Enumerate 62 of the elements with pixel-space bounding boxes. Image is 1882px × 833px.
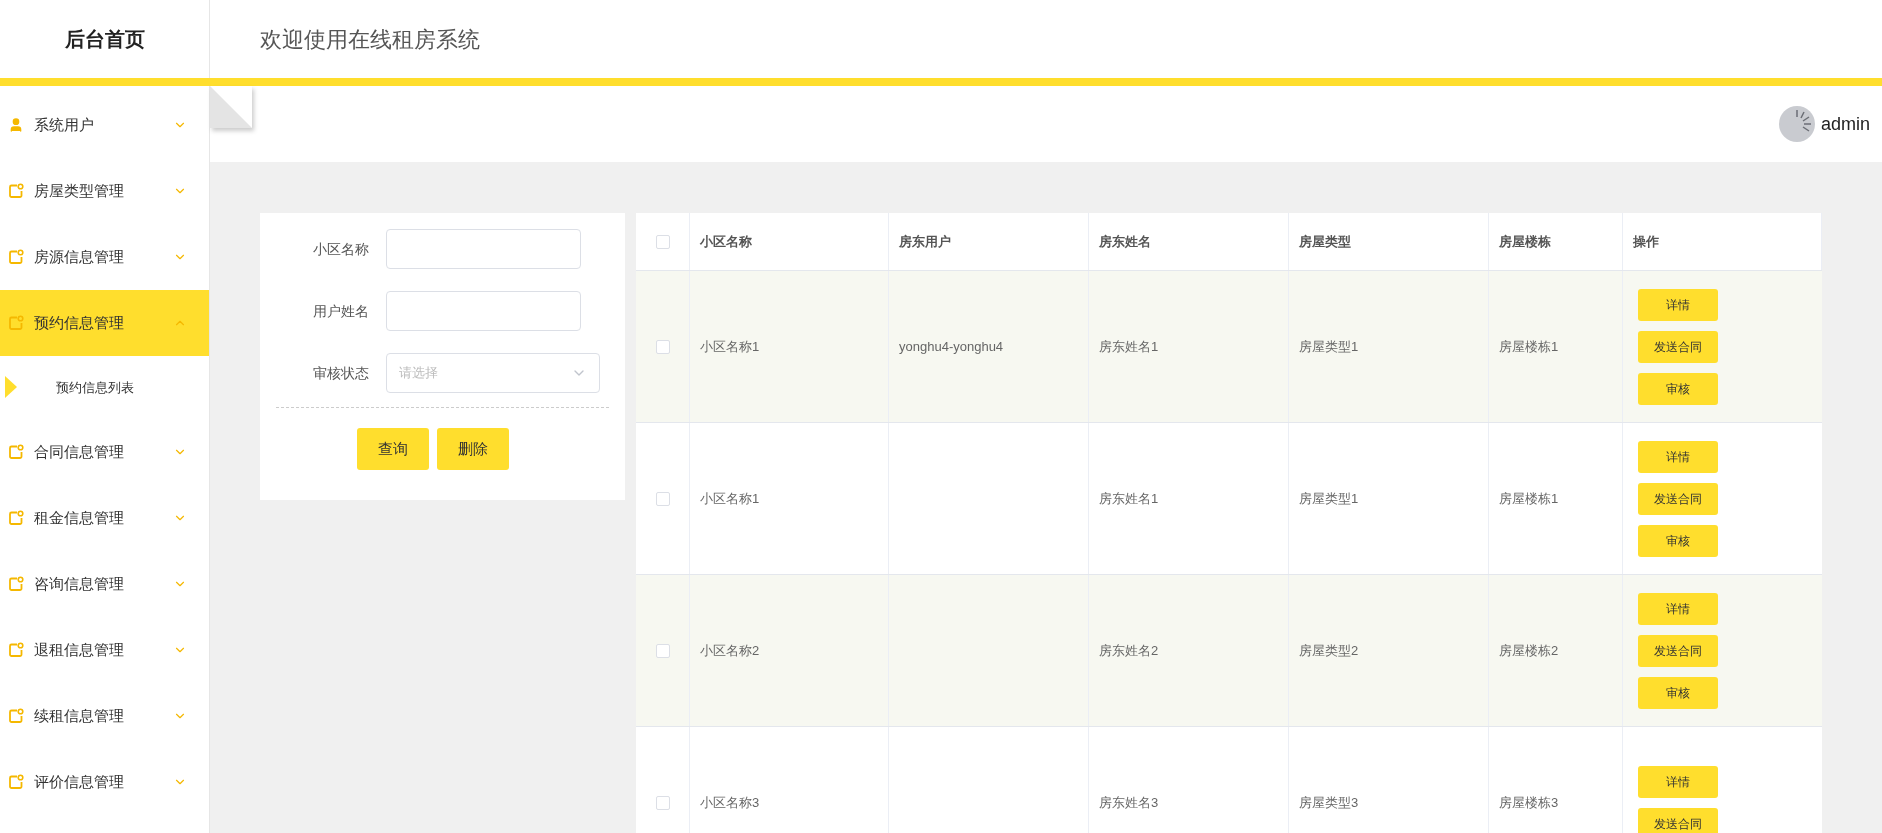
row-action-button[interactable]: 发送合同	[1638, 330, 1718, 363]
note-icon	[8, 708, 24, 724]
table-cell-text: 房屋楼栋2	[1499, 641, 1559, 660]
avatar-icon	[1778, 106, 1815, 142]
table-cell-text: 小区名称2	[700, 641, 760, 660]
table-cell-text: 房屋类型3	[1299, 793, 1359, 812]
table-cell-text: 房屋楼栋3	[1499, 793, 1559, 812]
table-cell-text: 房屋楼栋1	[1499, 489, 1559, 508]
row-action-button[interactable]: 审核	[1638, 372, 1718, 405]
field-label: 用户姓名	[313, 301, 370, 321]
field-label: 审核状态	[313, 363, 370, 383]
input-field[interactable]	[386, 229, 581, 269]
checkbox[interactable]	[655, 234, 670, 249]
username: admin	[1820, 112, 1870, 136]
triangle-icon	[5, 376, 17, 398]
column-header: 操作	[1633, 232, 1659, 251]
checkbox[interactable]	[655, 795, 670, 810]
table-cell-text: 房东姓名2	[1099, 641, 1159, 660]
column-header: 房东姓名	[1099, 232, 1151, 251]
input-field[interactable]	[386, 291, 581, 331]
column-header: 房屋楼栋	[1499, 232, 1551, 251]
checkbox[interactable]	[655, 339, 670, 354]
row-action-button[interactable]: 详情	[1638, 288, 1718, 321]
row-action-button[interactable]: 发送合同	[1638, 634, 1718, 667]
note-icon	[8, 315, 24, 331]
sidebar-title: 后台首页	[64, 27, 145, 52]
table-cell-text: 房东姓名3	[1099, 793, 1159, 812]
note-icon	[8, 774, 24, 790]
row-action-button[interactable]: 详情	[1638, 765, 1718, 798]
table-cell-text: 房屋楼栋1	[1499, 337, 1559, 356]
sidebar-item[interactable]: 预约信息管理	[0, 290, 209, 356]
checkbox[interactable]	[655, 643, 670, 658]
note-icon	[8, 183, 24, 199]
table-cell-text: yonghu4-yonghu4	[899, 337, 1004, 356]
page-title: 欢迎使用在线租房系统	[260, 25, 480, 54]
table-cell-text: 小区名称1	[700, 337, 760, 356]
row-action-button[interactable]: 发送合同	[1638, 482, 1718, 515]
user-icon	[8, 117, 24, 133]
column-header: 房东用户	[899, 232, 951, 251]
note-icon	[8, 444, 24, 460]
action-button[interactable]: 查询	[356, 428, 429, 470]
note-icon	[8, 642, 24, 658]
row-action-button[interactable]: 详情	[1638, 440, 1718, 473]
table-cell-text: 房东姓名1	[1099, 337, 1159, 356]
note-icon	[8, 576, 24, 592]
column-header: 小区名称	[700, 232, 752, 251]
column-header: 房屋类型	[1299, 232, 1351, 251]
field-label: 小区名称	[313, 239, 370, 259]
row-action-button[interactable]: 发送合同	[1638, 807, 1718, 833]
table-cell-text: 房屋类型1	[1299, 489, 1359, 508]
table-cell-text: 小区名称1	[700, 489, 760, 508]
action-button[interactable]: 删除	[436, 428, 509, 470]
table-cell-text: 小区名称3	[700, 793, 760, 812]
note-icon	[8, 510, 24, 526]
table-cell-text: 房屋类型1	[1299, 337, 1359, 356]
checkbox[interactable]	[655, 491, 670, 506]
table-cell-text: 房东姓名1	[1099, 489, 1159, 508]
note-icon	[8, 249, 24, 265]
row-action-button[interactable]: 详情	[1638, 592, 1718, 625]
row-action-button[interactable]: 审核	[1638, 676, 1718, 709]
table-cell-text: 房屋类型2	[1299, 641, 1359, 660]
row-action-button[interactable]: 审核	[1638, 524, 1718, 557]
